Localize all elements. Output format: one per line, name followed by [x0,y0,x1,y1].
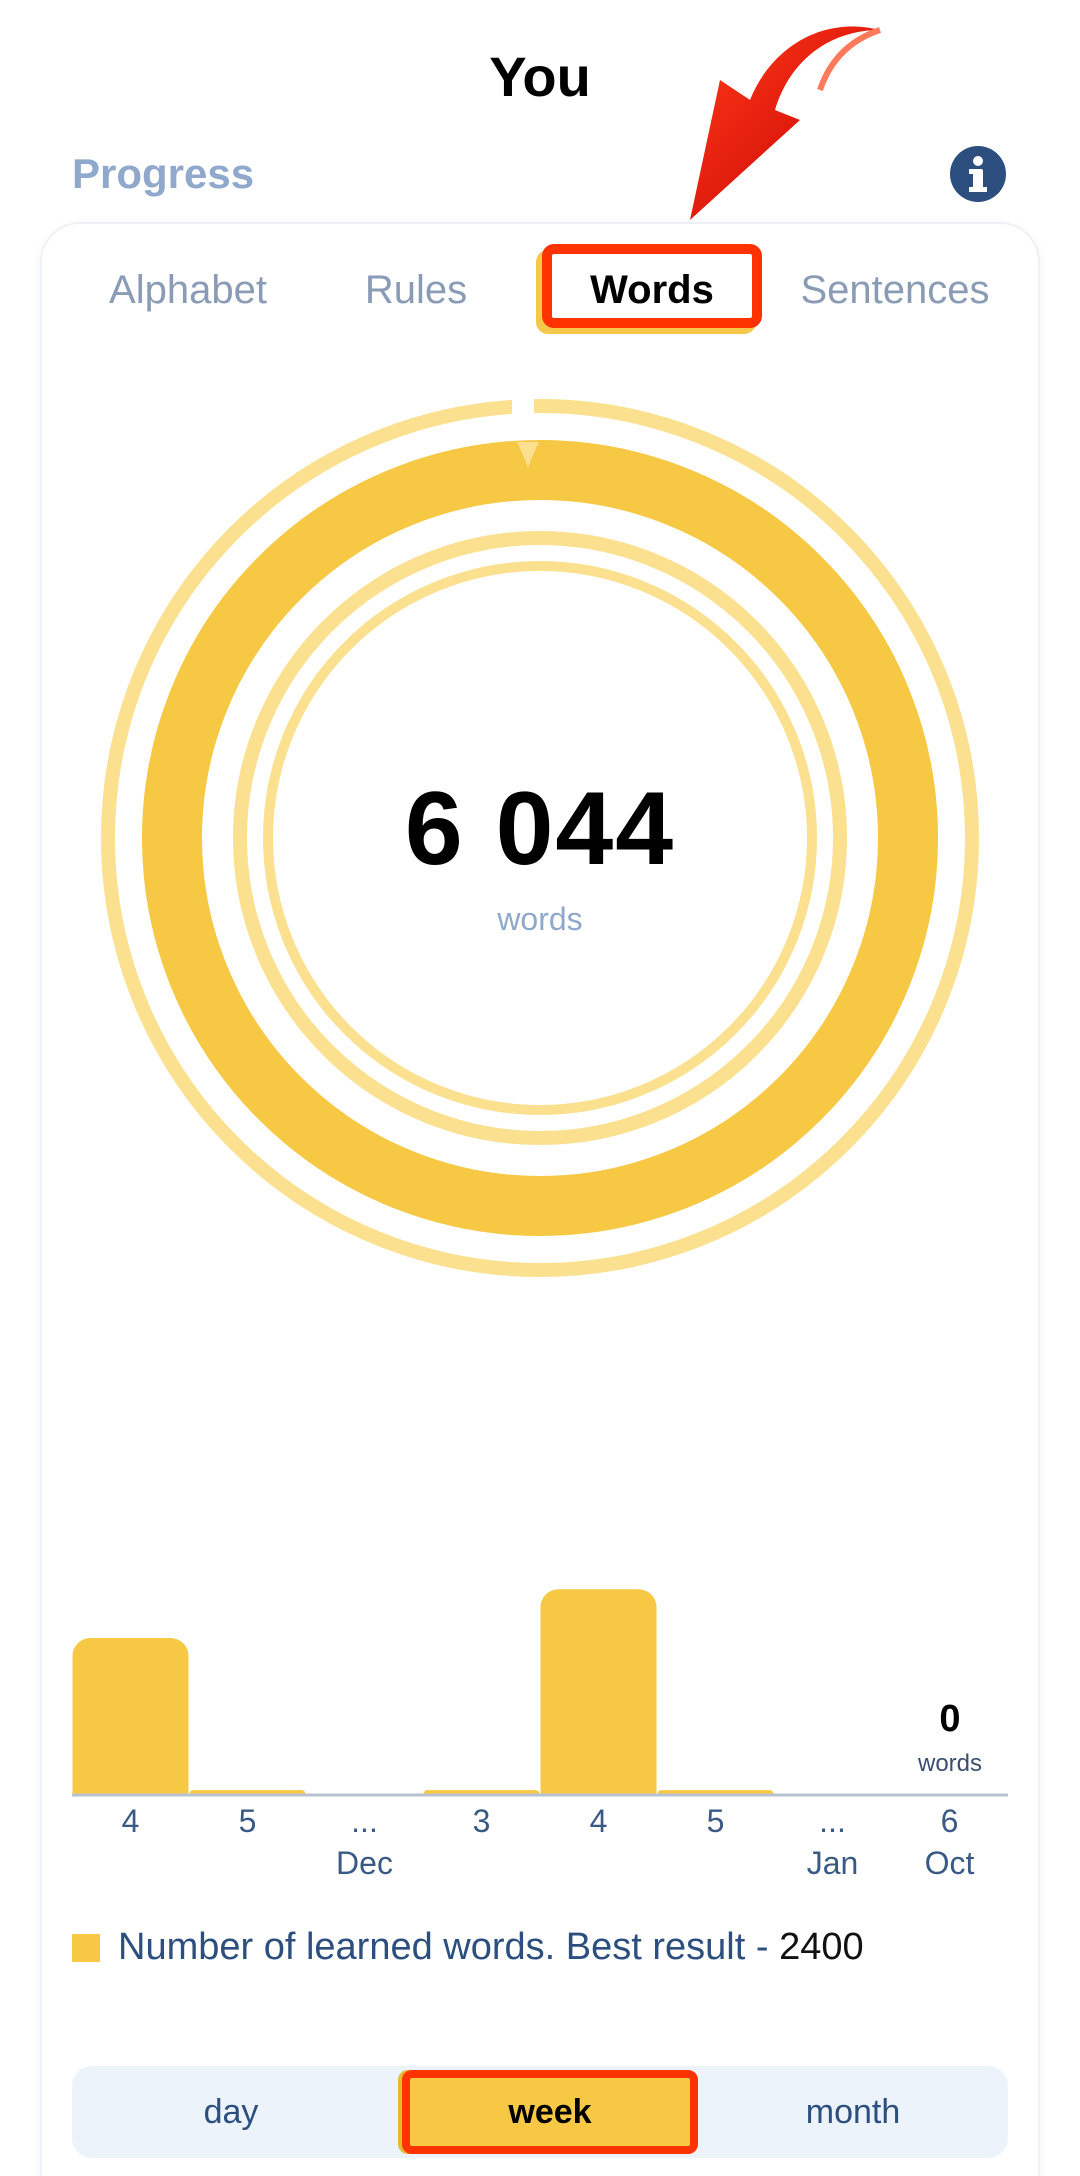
x-tick-month: Dec [336,1845,393,1881]
selected-bar-unit: words [917,1750,983,1777]
x-tick-label: 5 [706,1803,725,1839]
legend-swatch [72,1933,100,1962]
legend-best-result: 2400 [779,1926,864,1968]
x-tick-month: Jan [806,1845,859,1881]
x-tick-label: 3 [472,1803,491,1839]
category-tabs: Alphabet Rules Words Sentences [60,240,1020,340]
x-tick-7: 6 Oct [892,1800,1008,1884]
progress-title: Progress [72,150,255,197]
total-words-count: 6 044 [404,771,676,887]
bar-0[interactable] [72,1638,189,1800]
x-tick-label: 4 [121,1803,140,1839]
x-tick-4: 4 [541,1800,657,1842]
x-tick-2: ... Dec [307,1800,423,1884]
bar-chart-svg [72,1589,1008,1800]
outer-ring-gap [512,396,534,418]
x-tick-5: 5 [658,1800,774,1842]
x-tick-month: Oct [924,1845,975,1881]
tab-words[interactable]: Words [542,240,762,340]
annotation-arrow [690,26,881,220]
period-selector: day week month [72,2066,1008,2158]
tab-sentences[interactable]: Sentences [770,240,1020,340]
page-title: You [489,45,591,108]
bar-4[interactable] [540,1589,657,1800]
x-tick-label: 6 [940,1803,959,1839]
chart-legend: Number of learned words. Best result - 2… [72,1926,864,1969]
info-icon [969,156,987,192]
x-tick-6: ... Jan [775,1800,891,1884]
tab-rules[interactable]: Rules [316,240,516,340]
info-button[interactable] [950,146,1006,202]
period-day[interactable]: day [72,2066,390,2158]
total-words-unit: words [497,901,583,937]
x-tick-label: ... [819,1803,846,1839]
legend-text: Number of learned words. Best result - 2… [118,1926,864,1969]
selected-bar-value: 0 [939,1698,961,1740]
tab-alphabet[interactable]: Alphabet [60,240,316,340]
period-week[interactable]: week [402,2066,698,2158]
legend-label: Number of learned words. Best result - [118,1926,780,1968]
x-tick-0: 4 [73,1800,189,1842]
x-tick-label: 5 [238,1803,257,1839]
total-summary: 6 044 words [0,770,1080,938]
x-tick-label: 4 [589,1803,608,1839]
x-tick-label: ... [351,1803,378,1839]
x-tick-1: 5 [190,1800,306,1842]
period-month[interactable]: month [698,2066,1008,2158]
x-tick-3: 3 [424,1800,540,1842]
